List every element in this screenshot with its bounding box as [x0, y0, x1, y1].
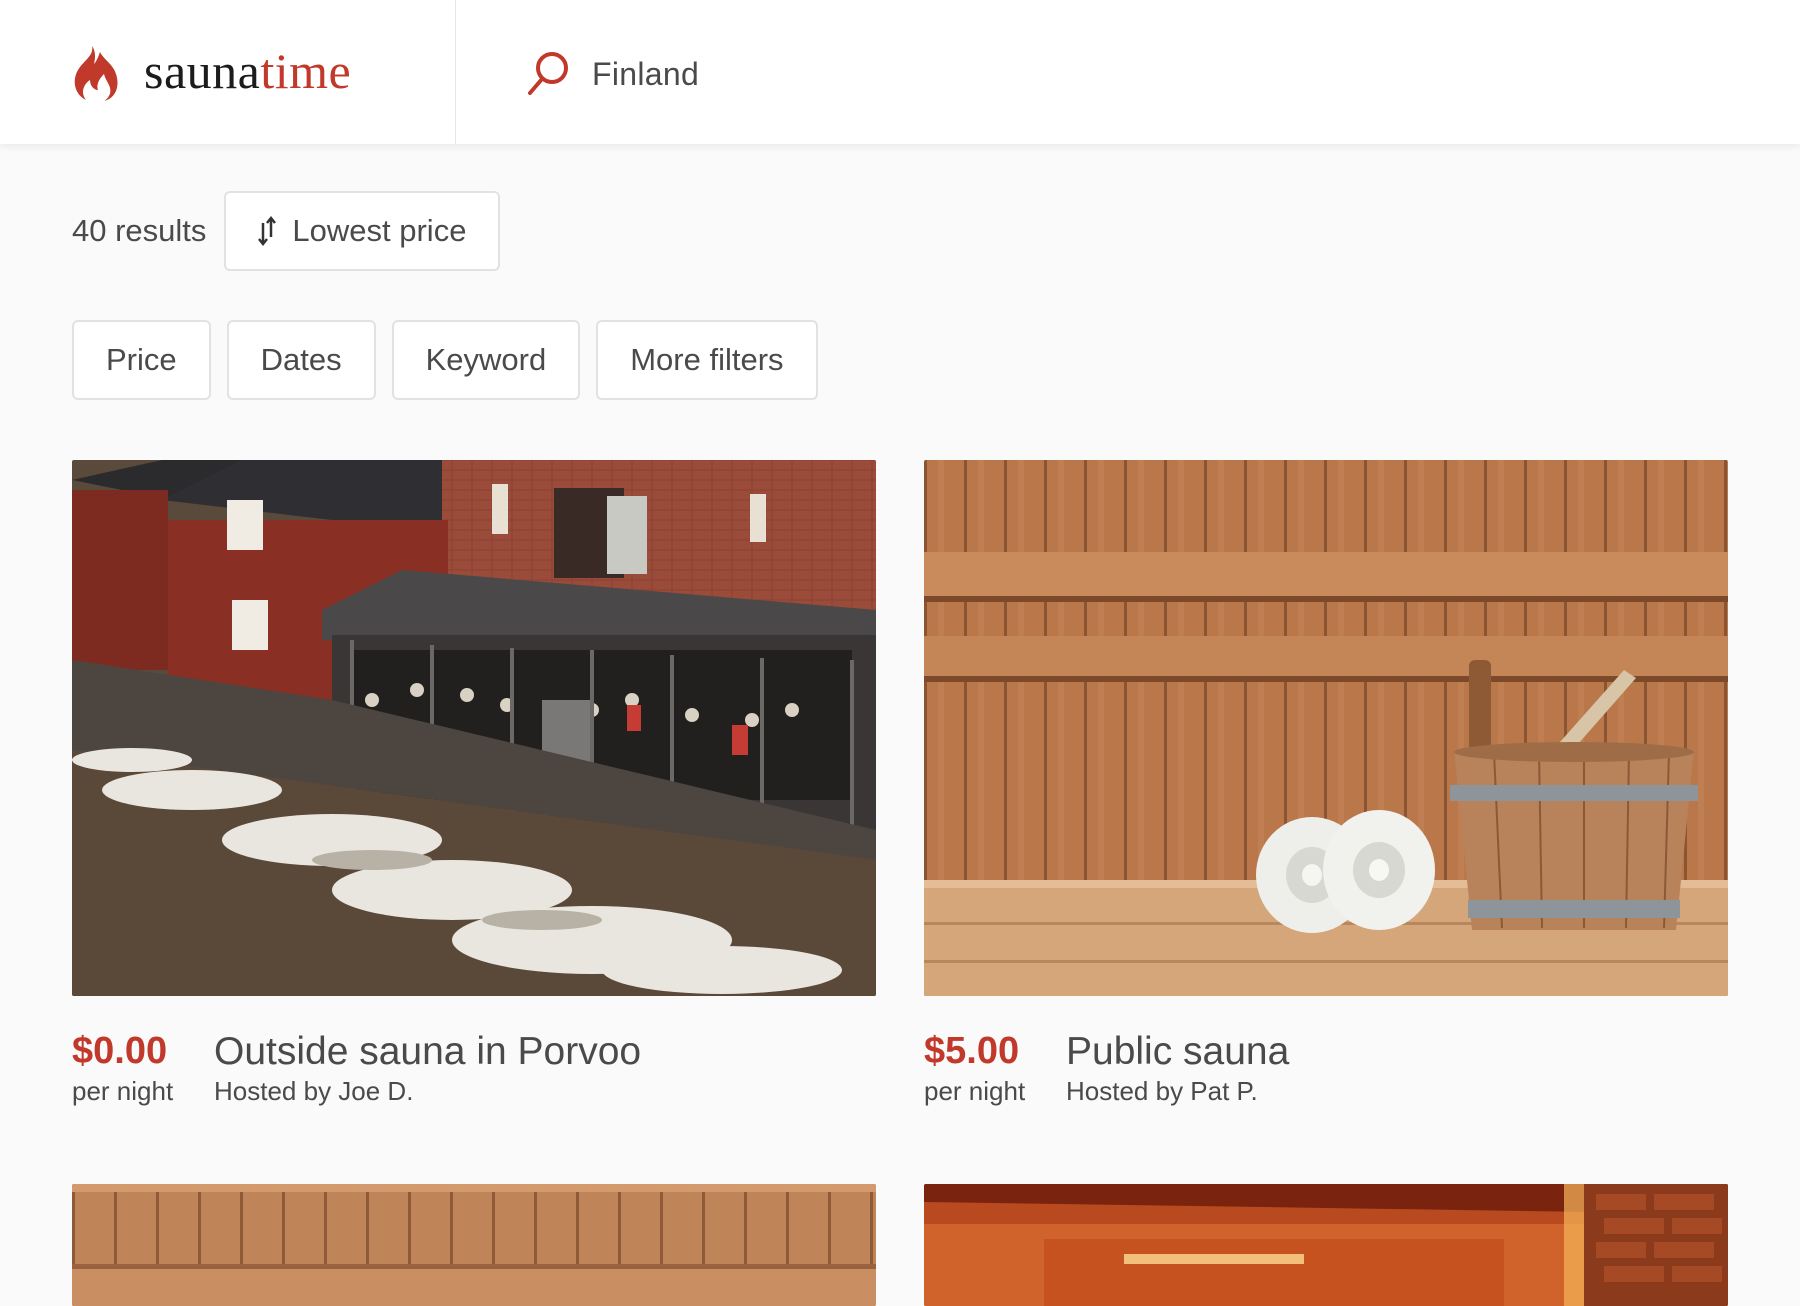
listing-host: Hosted by Pat P. [1066, 1076, 1258, 1106]
brand-logo[interactable]: saunatime [0, 0, 456, 144]
brand-name: saunatime [144, 43, 352, 99]
listing-card[interactable]: $5.00 per night Public sauna Hosted by P… [924, 460, 1728, 1106]
results-toolbar: 40 results Lowest price [72, 190, 501, 272]
filter-bar: Price Dates Keyword More filters [72, 320, 818, 402]
results-count: 40 results [72, 213, 207, 248]
listing-host: Hosted by Joe D. [214, 1076, 414, 1106]
search-value[interactable]: Finland [592, 56, 699, 93]
filter-more-button[interactable]: More filters [596, 320, 818, 400]
sauna-interior-photo [924, 1184, 1728, 1306]
sort-arrows-icon [258, 215, 277, 247]
riverside-sauna-photo [72, 460, 876, 996]
listing-info: $5.00 per night Public sauna Hosted by P… [924, 996, 1728, 1106]
top-navigation-bar: saunatime Finland [0, 0, 1800, 144]
filter-dates-button[interactable]: Dates [226, 320, 376, 400]
filter-price-button[interactable]: Price [72, 320, 211, 400]
sort-label: Lowest price [292, 213, 467, 248]
listing-price-unit: per night [924, 1076, 1026, 1106]
listing-title[interactable]: Outside sauna in Porvoo [214, 1030, 641, 1074]
location-search[interactable]: Finland [526, 46, 699, 102]
listing-photo[interactable] [924, 1184, 1728, 1306]
listing-card[interactable] [72, 1184, 876, 1306]
listing-photo[interactable] [924, 460, 1728, 996]
filter-keyword-button[interactable]: Keyword [391, 320, 581, 400]
listing-card[interactable] [924, 1184, 1728, 1306]
sauna-bucket-towels-photo [924, 460, 1728, 996]
listing-price: $0.00 [72, 1030, 168, 1072]
listing-card[interactable]: $0.00 per night Outside sauna in Porvoo … [72, 460, 876, 1106]
search-icon [528, 52, 568, 95]
listing-photo[interactable] [72, 460, 876, 996]
listing-title[interactable]: Public sauna [1066, 1030, 1289, 1074]
flame-icon [74, 46, 118, 101]
listing-price-unit: per night [72, 1076, 174, 1106]
listing-price: $5.00 [924, 1030, 1020, 1072]
listing-photo[interactable] [72, 1184, 876, 1306]
sort-button[interactable]: Lowest price [224, 191, 501, 271]
listing-info: $0.00 per night Outside sauna in Porvoo … [72, 996, 876, 1106]
sauna-wall-photo [72, 1184, 876, 1306]
